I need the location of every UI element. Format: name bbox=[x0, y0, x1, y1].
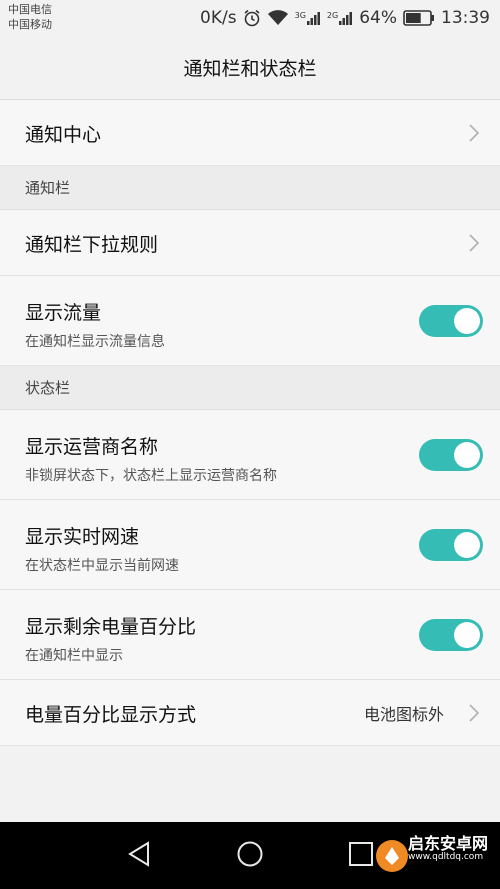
battery-display-mode-row[interactable]: 电量百分比显示方式 电池图标外 bbox=[0, 680, 500, 746]
chevron-right-icon bbox=[469, 233, 480, 252]
status-bar: 中国电信 中国移动 0K/s 3G 2G 64% 13:39 bbox=[0, 0, 500, 36]
section-header-notification: 通知栏 bbox=[0, 166, 500, 210]
show-traffic-row[interactable]: 显示流量 在通知栏显示流量信息 bbox=[0, 276, 500, 366]
alarm-icon bbox=[244, 9, 260, 27]
row-title: 电量百分比显示方式 bbox=[25, 704, 197, 726]
show-speed-toggle[interactable] bbox=[419, 528, 483, 561]
network-type-3g: 3G bbox=[294, 11, 306, 20]
signal-icon-2 bbox=[339, 12, 353, 25]
settings-list: 通知中心 通知栏 通知栏下拉规则 显示流量 在通知栏显示流量信息 状态栏 显示运… bbox=[0, 100, 500, 746]
battery-level-fill bbox=[406, 13, 421, 23]
row-title: 显示运营商名称 bbox=[25, 436, 159, 458]
pulldown-rules-row[interactable]: 通知栏下拉规则 bbox=[0, 210, 500, 276]
clock: 13:39 bbox=[441, 8, 490, 28]
show-traffic-toggle[interactable] bbox=[419, 304, 483, 337]
battery-icon bbox=[403, 10, 435, 26]
network-type-2g: 2G bbox=[326, 11, 339, 20]
battery-percent: 64% bbox=[359, 8, 397, 28]
net-speed: 0K/s bbox=[200, 8, 237, 28]
row-title: 显示流量 bbox=[25, 302, 102, 324]
chevron-right-icon bbox=[469, 123, 480, 142]
signal-icon bbox=[306, 12, 320, 25]
toggle-knob bbox=[454, 531, 480, 558]
row-title: 通知栏下拉规则 bbox=[25, 234, 159, 256]
page-title: 通知栏和状态栏 bbox=[183, 58, 317, 80]
wifi-icon bbox=[267, 10, 288, 25]
signal-2g: 2G bbox=[327, 11, 353, 25]
row-subtitle: 非锁屏状态下，状态栏上显示运营商名称 bbox=[25, 468, 277, 484]
row-value: 电池图标外 bbox=[363, 704, 444, 724]
row-subtitle: 在通知栏显示流量信息 bbox=[25, 334, 165, 350]
toggle-knob bbox=[454, 621, 480, 648]
recents-icon[interactable] bbox=[348, 840, 374, 868]
app-bar: 通知栏和状态栏 bbox=[0, 36, 500, 100]
status-icons: 0K/s 3G 2G 64% 13:39 bbox=[200, 0, 490, 36]
show-battery-percent-row[interactable]: 显示剩余电量百分比 在通知栏中显示 bbox=[0, 590, 500, 680]
row-title: 显示剩余电量百分比 bbox=[25, 616, 197, 638]
chevron-right-icon bbox=[469, 703, 480, 722]
show-carrier-toggle[interactable] bbox=[419, 438, 483, 471]
show-carrier-row[interactable]: 显示运营商名称 非锁屏状态下，状态栏上显示运营商名称 bbox=[0, 410, 500, 500]
section-header-status: 状态栏 bbox=[0, 366, 500, 410]
toggle-knob bbox=[454, 307, 480, 334]
row-title: 显示实时网速 bbox=[25, 526, 140, 548]
home-icon[interactable] bbox=[236, 840, 264, 868]
carrier-1: 中国电信 bbox=[8, 3, 52, 16]
show-speed-row[interactable]: 显示实时网速 在状态栏中显示当前网速 bbox=[0, 500, 500, 590]
show-battery-percent-toggle[interactable] bbox=[419, 618, 483, 651]
watermark-url: www.qdltdq.com bbox=[408, 852, 484, 862]
row-title: 通知中心 bbox=[25, 124, 102, 146]
watermark-text: 启东安卓网 bbox=[408, 834, 489, 853]
row-subtitle: 在通知栏中显示 bbox=[25, 648, 123, 664]
row-subtitle: 在状态栏中显示当前网速 bbox=[25, 558, 179, 574]
back-icon[interactable] bbox=[126, 840, 152, 868]
carrier-names: 中国电信 中国移动 bbox=[8, 2, 52, 32]
carrier-2: 中国移动 bbox=[8, 18, 52, 31]
toggle-knob bbox=[454, 441, 480, 468]
signal-3g: 3G bbox=[295, 11, 321, 25]
notification-center-row[interactable]: 通知中心 bbox=[0, 100, 500, 166]
